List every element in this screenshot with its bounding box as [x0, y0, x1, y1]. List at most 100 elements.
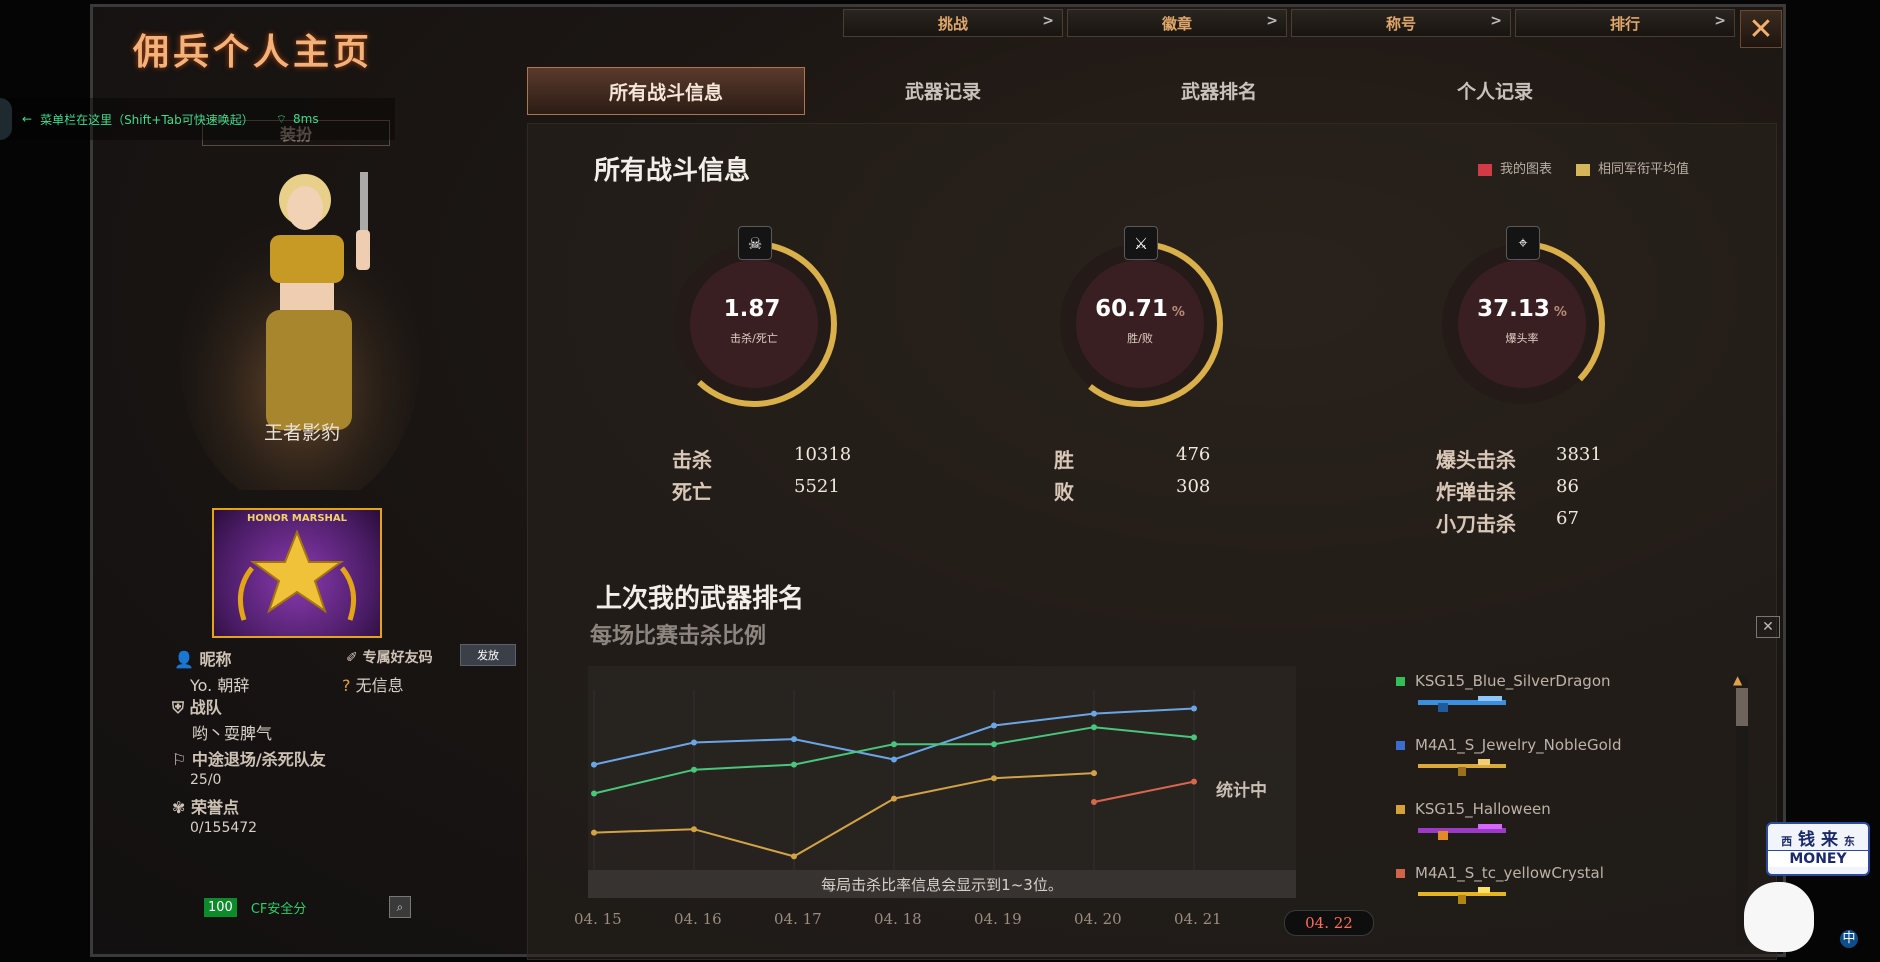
challenge-button[interactable]: 挑战 > [843, 9, 1063, 37]
headshot-value: 37.13% [1436, 296, 1608, 322]
weapon-list-close-icon[interactable]: ✕ [1756, 616, 1780, 638]
death-value: 5521 [794, 476, 840, 497]
weapon-name: M4A1_S_Jewelry_NobleGold [1415, 736, 1622, 754]
chart-note: 每局击杀比率信息会显示到1~3位。 [588, 870, 1296, 898]
money-sign: 西 钱 来 东 MONEY [1766, 822, 1870, 876]
safety-score-bar: 100 CF安全分 ⌕ [204, 896, 411, 918]
toast-handle[interactable] [0, 98, 12, 140]
series-swatch [1396, 677, 1405, 686]
badge-label: 徽章 [1161, 14, 1192, 33]
menu-hint-toast[interactable]: ← 菜单栏在这里（Shift+Tab可快速唤起） ⌔ 8ms [0, 98, 395, 140]
weapon-item[interactable]: M4A1_S_tc_yellowCrystal [1396, 864, 1726, 928]
rifle-icon [1418, 887, 1506, 904]
title-button[interactable]: 称号 > [1291, 9, 1511, 37]
kd-ring-graphic [671, 241, 837, 407]
send-button[interactable]: 发放 [460, 644, 516, 666]
chevron-right-icon: > [1266, 13, 1278, 29]
kd-label: 击杀/死亡 [730, 332, 778, 345]
weapon-name: KSG15_Halloween [1415, 800, 1551, 818]
top-button-bar: 挑战 > 徽章 > 称号 > 排行 > [843, 9, 1735, 37]
date-tick[interactable]: 04. 18 [874, 910, 974, 936]
tab-bar: 所有战斗信息 武器记录 武器排名 个人记录 [527, 67, 1633, 115]
ranking-label: 排行 [1609, 14, 1640, 33]
winrate-number: 60.71 [1095, 296, 1168, 322]
safety-score: 100 [204, 897, 237, 917]
winrate-value: 60.71% [1054, 296, 1226, 322]
date-tick[interactable]: 04. 17 [774, 910, 874, 936]
friend-code-value: 无信息 [355, 676, 404, 695]
honor-value: 0/155472 [190, 820, 258, 836]
money-mascot-widget[interactable]: 西 钱 来 东 MONEY 中 [1736, 812, 1872, 960]
chevron-right-icon: > [1714, 13, 1726, 29]
legend-label: 我的图表 [1500, 162, 1553, 177]
shotgun-icon [1418, 696, 1506, 712]
character-name: 王者影豹 [264, 422, 341, 444]
tab-all-combat-info[interactable]: 所有战斗信息 [527, 67, 805, 115]
crossed-swords-icon: ⚔ [1124, 226, 1158, 260]
winrate-ring: ⚔ 60.71% 胜/败 [1054, 226, 1226, 410]
skull-icon: ☠ [738, 226, 772, 260]
knife-kill-label: 小刀击杀 [1436, 512, 1516, 536]
ranking-button[interactable]: 排行 > [1515, 9, 1735, 37]
lose-label: 败 [1054, 480, 1074, 504]
date-tick[interactable]: 04. 21 [1174, 910, 1274, 936]
series-swatch [1396, 741, 1405, 750]
headshot-unit: % [1553, 305, 1567, 320]
date-tick[interactable]: 04. 20 [1074, 910, 1174, 936]
weapon-item[interactable]: KSG15_Blue_SilverDragon [1396, 672, 1726, 736]
rank-badge: HONOR MARSHAL [212, 508, 382, 638]
toast-text: 菜单栏在这里（Shift+Tab可快速唤起） [40, 112, 254, 127]
date-tick[interactable]: 04. 19 [974, 910, 1074, 936]
date-axis: 04. 15 04. 16 04. 17 04. 18 04. 19 04. 2… [574, 910, 1374, 936]
tag-icon: ✐ [346, 650, 358, 666]
sign-west: 西 [1781, 835, 1793, 848]
date-tick[interactable]: 04. 15 [574, 910, 674, 936]
badge-button[interactable]: 徽章 > [1067, 9, 1287, 37]
ime-indicator[interactable]: 中 [1840, 930, 1858, 948]
quit-value: 25/0 [190, 772, 222, 788]
winrate-unit: % [1171, 305, 1185, 320]
tab-weapon-records[interactable]: 武器记录 [805, 67, 1081, 113]
kd-ring: ☠ 1.87 击杀/死亡 [668, 226, 840, 410]
tab-weapon-ranking[interactable]: 武器排名 [1081, 67, 1357, 113]
weapon-name: KSG15_Blue_SilverDragon [1415, 672, 1611, 690]
sign-title: 钱 来 [1798, 830, 1838, 850]
weapon-item[interactable]: M4A1_S_Jewelry_NobleGold [1396, 736, 1726, 800]
user-icon: 👤 [174, 650, 194, 669]
running-man-icon: ⚐ [172, 750, 187, 769]
legend-mine: 我的图表 [1478, 158, 1552, 177]
title-label: 称号 [1385, 14, 1416, 33]
scrollbar-thumb[interactable] [1736, 688, 1748, 726]
dog-mascot-icon [1744, 882, 1814, 952]
winrate-label: 胜/败 [1127, 332, 1153, 345]
lose-value: 308 [1176, 476, 1211, 497]
kill-value: 10318 [794, 444, 852, 465]
tab-personal-records[interactable]: 个人记录 [1357, 67, 1633, 113]
win-value: 476 [1176, 444, 1211, 465]
window-title: 佣兵个人主页 [133, 32, 374, 73]
nickname-value: Yo. 朝辞 [190, 676, 250, 695]
challenge-label: 挑战 [937, 14, 968, 33]
headshot-ring: ⌖ 37.13% 爆头率 [1436, 226, 1608, 410]
win-label: 胜 [1054, 448, 1074, 472]
rifle-icon [1418, 759, 1506, 776]
legend-swatch [1576, 163, 1591, 176]
search-icon[interactable]: ⌕ [388, 896, 411, 918]
date-tick[interactable]: 04. 16 [674, 910, 774, 936]
close-button[interactable]: ✕ [1740, 10, 1782, 48]
scroll-up-icon[interactable]: ▲ [1733, 674, 1751, 686]
ranking-section-title: 上次我的武器排名 [596, 584, 805, 614]
quit-heading: ⚐ 中途退场/杀死队友 [172, 746, 326, 770]
bomb-kill-value: 86 [1556, 476, 1579, 497]
date-tick-selected[interactable]: 04. 22 [1284, 910, 1374, 936]
winrate-ring-graphic [1057, 241, 1223, 407]
kd-value: 1.87 [668, 296, 840, 322]
weapon-item[interactable]: KSG15_Halloween [1396, 800, 1726, 864]
chart-legend: 我的图表 相同军衔平均值 [1478, 158, 1689, 177]
legend-swatch [1478, 163, 1492, 176]
back-arrow-icon: ← [22, 112, 33, 126]
wifi-icon: ⌔ [275, 111, 287, 126]
team-heading: ⛨ 战队 [172, 694, 222, 718]
headshot-number: 37.13 [1477, 296, 1550, 322]
headshot-kill-stat: 爆头击杀 3831 [1436, 444, 1602, 473]
